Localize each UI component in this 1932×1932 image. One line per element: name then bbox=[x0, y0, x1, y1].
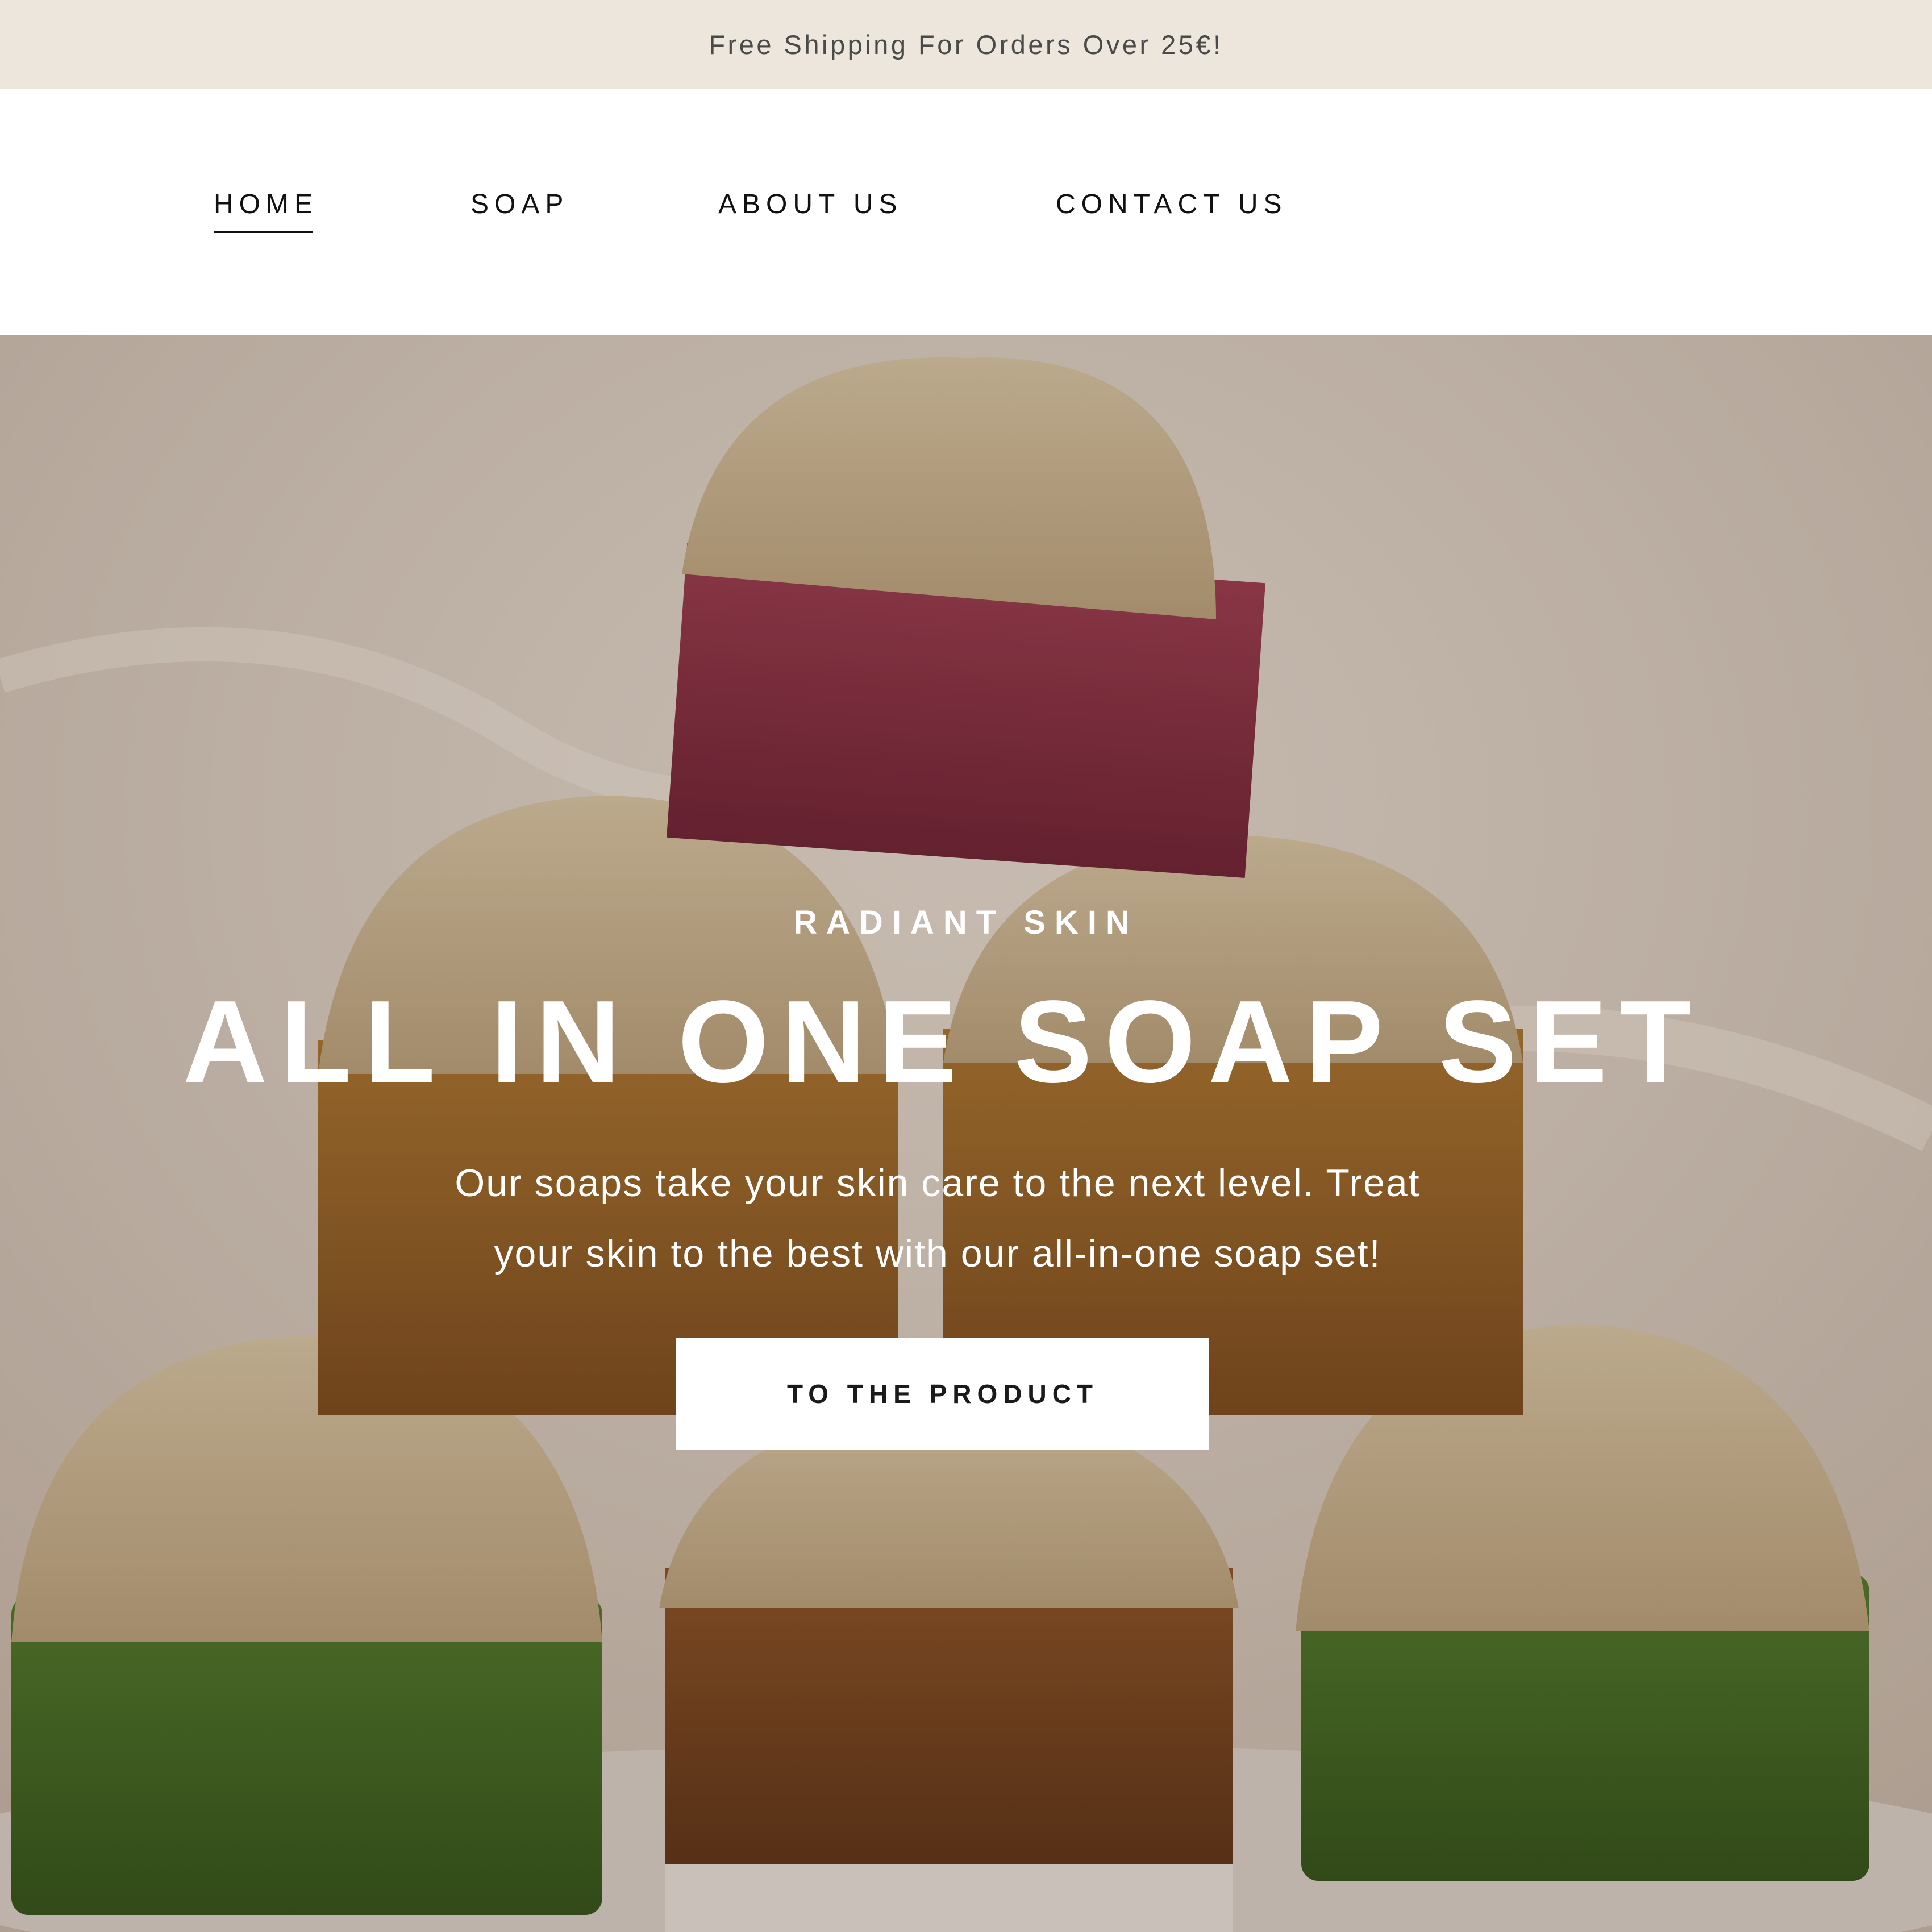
hero-description: Our soaps take your skin care to the nex… bbox=[352, 1148, 1523, 1289]
to-the-product-button[interactable]: TO THE PRODUCT bbox=[676, 1338, 1209, 1450]
hero-overlay bbox=[0, 335, 1932, 1932]
nav-contact-us-link[interactable]: CONTACT US bbox=[1056, 191, 1288, 218]
hero-description-line-2: your skin to the best with our all-in-on… bbox=[494, 1232, 1381, 1275]
announcement-bar: Free Shipping For Orders Over 25€! bbox=[0, 0, 1932, 89]
hero-description-line-1: Our soaps take your skin care to the nex… bbox=[455, 1161, 1421, 1205]
hero-eyebrow: RADIANT SKIN bbox=[793, 904, 1139, 941]
nav-soap-link[interactable]: SOAP bbox=[470, 191, 569, 218]
nav-home-link[interactable]: HOME bbox=[214, 191, 318, 233]
hero-title: ALL IN ONE SOAP SET bbox=[182, 976, 1704, 1107]
hero-banner: RADIANT SKIN ALL IN ONE SOAP SET Our soa… bbox=[0, 335, 1932, 1932]
site-header: HOME SOAP ABOUT US CONTACT US bbox=[0, 89, 1932, 335]
announcement-text: Free Shipping For Orders Over 25€! bbox=[709, 29, 1223, 60]
nav-about-us-link[interactable]: ABOUT US bbox=[718, 191, 903, 218]
